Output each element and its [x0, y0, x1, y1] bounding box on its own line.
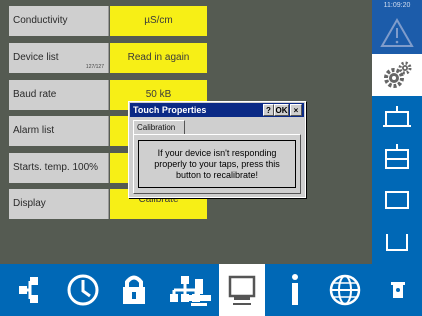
position-bottom-button[interactable]: [372, 222, 422, 264]
info-button[interactable]: [272, 264, 318, 316]
settings-button[interactable]: [372, 54, 422, 96]
globe-button[interactable]: [322, 264, 368, 316]
conductivity-label: Conductivity: [9, 6, 109, 36]
warning-icon: [380, 17, 414, 47]
position-upper-button[interactable]: [372, 138, 422, 180]
warning-button[interactable]: [372, 12, 422, 54]
ok-button[interactable]: OK: [274, 104, 289, 116]
calibration-tab-pane: If your device isn't responding properly…: [133, 134, 301, 194]
position-top-icon: [383, 106, 411, 127]
settings-panel: Conductivity µS/cm Device list 127/127 R…: [0, 0, 372, 264]
alarm-list-label: Alarm list: [9, 116, 109, 146]
recalibrate-button[interactable]: If your device isn't responding properly…: [138, 140, 296, 188]
touch-screen: Conductivity µS/cm Device list 127/127 R…: [0, 0, 422, 316]
service-icon: [391, 282, 405, 298]
help-button[interactable]: ?: [263, 104, 274, 116]
device-list-row[interactable]: Device list 127/127 Read in again: [9, 43, 207, 73]
device-list-label: Device list 127/127: [9, 43, 109, 73]
info-icon: [292, 274, 298, 305]
close-button[interactable]: ×: [290, 104, 302, 116]
user-icon: [187, 279, 211, 306]
position-upper-icon: [385, 144, 409, 169]
settings-gears-icon: [384, 61, 412, 88]
position-middle-button[interactable]: [372, 180, 422, 222]
clock-button[interactable]: [60, 264, 106, 316]
display-label: Display: [9, 189, 109, 219]
position-middle-icon: [385, 191, 409, 209]
position-top-button[interactable]: [372, 96, 422, 138]
display-button[interactable]: [219, 264, 265, 316]
device-count: 127/127: [85, 64, 104, 70]
conductivity-value[interactable]: µS/cm: [110, 6, 207, 36]
position-bottom-icon: [386, 234, 408, 251]
read-in-again-button[interactable]: Read in again: [110, 43, 207, 73]
globe-icon: [329, 274, 361, 306]
clock-icon: [67, 274, 99, 306]
start-temp-label: Starts. temp. 100%: [9, 153, 109, 183]
service-button[interactable]: [375, 264, 421, 316]
baud-rate-label: Baud rate: [9, 80, 109, 110]
user-button[interactable]: [178, 264, 224, 316]
lock-button[interactable]: [111, 264, 157, 316]
touch-properties-dialog: Touch Properties ? OK × Calibration If y…: [128, 101, 306, 198]
network-icon: [19, 277, 38, 303]
display-icon: [228, 275, 256, 305]
tab-calibration[interactable]: Calibration: [133, 120, 185, 135]
dialog-titlebar[interactable]: Touch Properties ? OK ×: [130, 103, 304, 117]
clock-display: 11:09:20: [372, 0, 422, 12]
network-button[interactable]: [6, 264, 52, 316]
dialog-title: Touch Properties: [133, 105, 207, 115]
right-sidebar: 11:09:20: [372, 0, 422, 264]
bottom-toolbar: [0, 264, 422, 316]
lock-icon: [123, 275, 145, 304]
conductivity-row[interactable]: Conductivity µS/cm: [9, 6, 207, 36]
